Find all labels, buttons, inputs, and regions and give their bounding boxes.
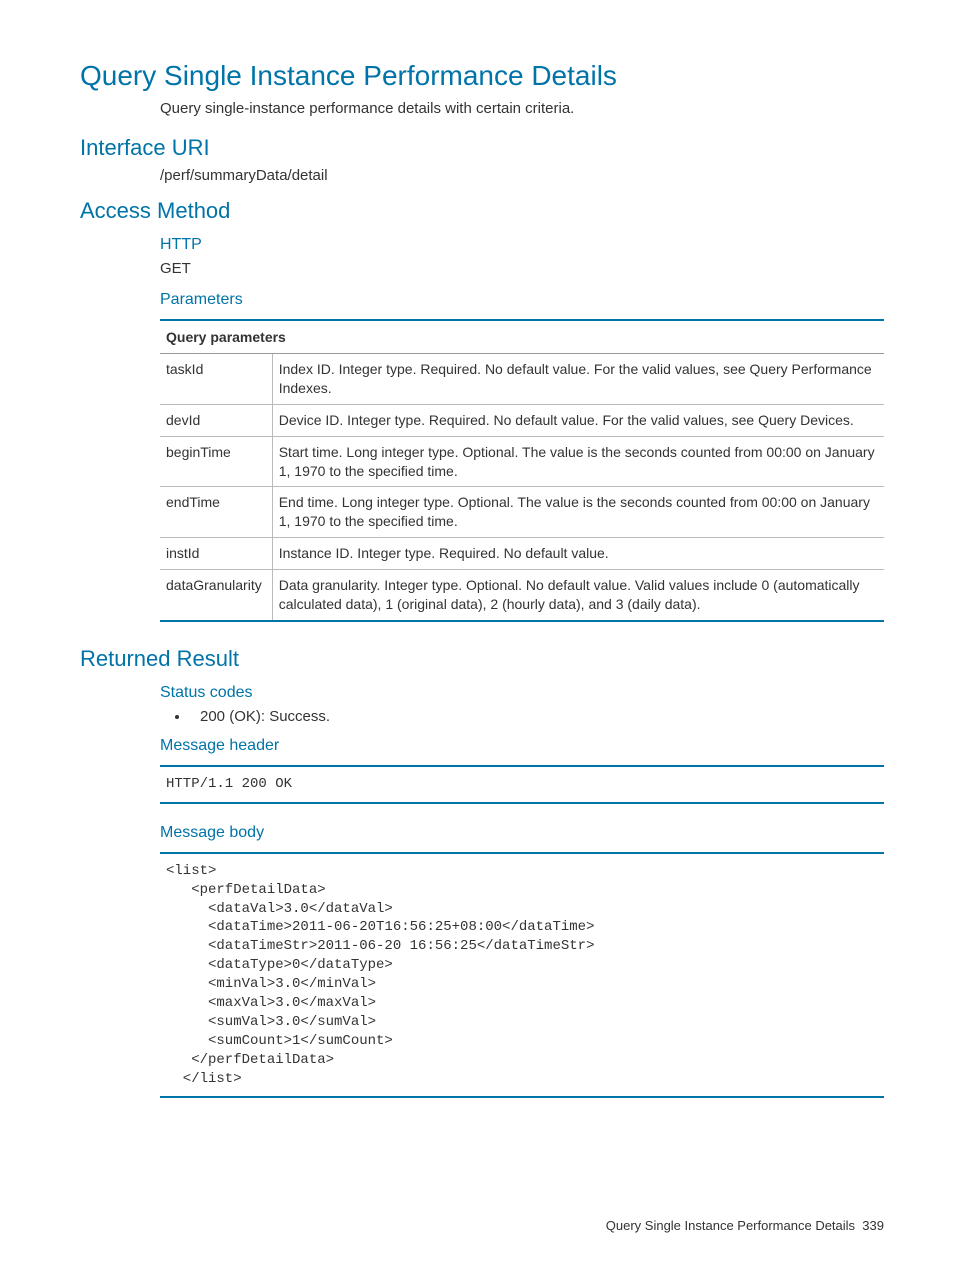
table-row: beginTimeStart time. Long integer type. … bbox=[160, 436, 884, 487]
page-description: Query single-instance performance detail… bbox=[160, 100, 884, 117]
http-subheading: HTTP bbox=[160, 236, 884, 254]
access-method-heading: Access Method bbox=[80, 198, 884, 224]
table-row: taskIdIndex ID. Integer type. Required. … bbox=[160, 354, 884, 405]
status-codes-heading: Status codes bbox=[160, 684, 884, 702]
param-name: devId bbox=[160, 404, 272, 436]
param-name: endTime bbox=[160, 487, 272, 538]
parameters-table: Query parameters taskIdIndex ID. Integer… bbox=[160, 319, 884, 622]
param-desc: Data granularity. Integer type. Optional… bbox=[272, 570, 884, 621]
param-desc: End time. Long integer type. Optional. T… bbox=[272, 487, 884, 538]
status-code-list: 200 (OK): Success. bbox=[160, 708, 884, 725]
http-method: GET bbox=[160, 260, 884, 277]
interface-uri-value: /perf/summaryData/detail bbox=[160, 167, 884, 184]
page-footer: Query Single Instance Performance Detail… bbox=[80, 1218, 884, 1233]
table-header: Query parameters bbox=[160, 320, 884, 354]
param-name: dataGranularity bbox=[160, 570, 272, 621]
footer-page: 339 bbox=[862, 1218, 884, 1233]
returned-result-heading: Returned Result bbox=[80, 646, 884, 672]
table-row: devIdDevice ID. Integer type. Required. … bbox=[160, 404, 884, 436]
param-desc: Start time. Long integer type. Optional.… bbox=[272, 436, 884, 487]
status-code-item: 200 (OK): Success. bbox=[190, 708, 884, 725]
param-desc: Device ID. Integer type. Required. No de… bbox=[272, 404, 884, 436]
footer-label: Query Single Instance Performance Detail… bbox=[606, 1218, 855, 1233]
param-name: instId bbox=[160, 538, 272, 570]
parameters-subheading: Parameters bbox=[160, 291, 884, 309]
message-header-code: HTTP/1.1 200 OK bbox=[160, 765, 884, 804]
table-row: dataGranularityData granularity. Integer… bbox=[160, 570, 884, 621]
interface-uri-heading: Interface URI bbox=[80, 135, 884, 161]
message-body-code: <list> <perfDetailData> <dataVal>3.0</da… bbox=[160, 852, 884, 1099]
message-body-heading: Message body bbox=[160, 824, 884, 842]
table-row: instIdInstance ID. Integer type. Require… bbox=[160, 538, 884, 570]
message-header-heading: Message header bbox=[160, 737, 884, 755]
page-title: Query Single Instance Performance Detail… bbox=[80, 60, 884, 92]
param-desc: Instance ID. Integer type. Required. No … bbox=[272, 538, 884, 570]
param-name: beginTime bbox=[160, 436, 272, 487]
param-name: taskId bbox=[160, 354, 272, 405]
table-row: endTimeEnd time. Long integer type. Opti… bbox=[160, 487, 884, 538]
param-desc: Index ID. Integer type. Required. No def… bbox=[272, 354, 884, 405]
